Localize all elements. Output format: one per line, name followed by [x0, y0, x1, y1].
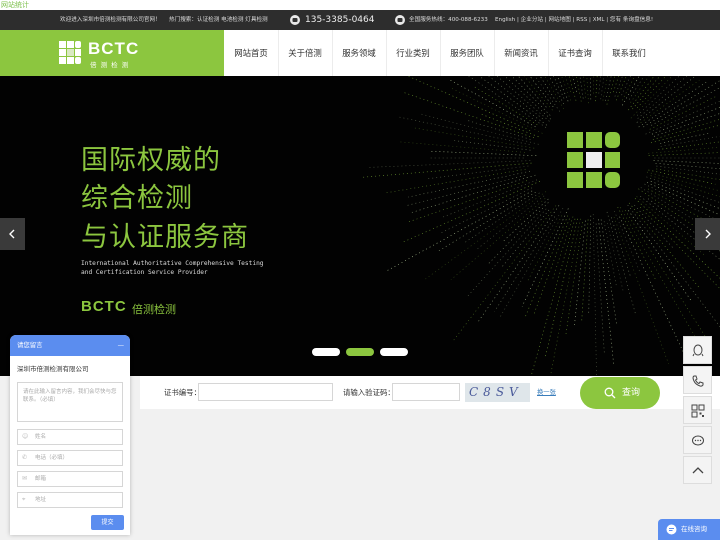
online-consult-button[interactable]: 在线咨询 — [658, 519, 720, 540]
hero-line-2: 综合检测 — [81, 183, 193, 214]
email-input[interactable]: ✉ 邮箱 — [17, 471, 123, 487]
submit-button[interactable]: 提交 — [91, 515, 124, 530]
online-consult-label: 在线咨询 — [681, 525, 707, 533]
search-icon — [604, 387, 616, 399]
verify-code-label: 请输入验证码： — [343, 388, 395, 397]
nav-services[interactable]: 服务领域 — [332, 30, 386, 76]
hero-line-1: 国际权威的 — [81, 145, 221, 176]
chevron-left-icon — [9, 229, 15, 239]
query-button-label: 查询 — [622, 388, 641, 398]
qq-button[interactable] — [683, 336, 712, 364]
address-placeholder: 地址 — [35, 497, 47, 503]
banner-logo-mark-icon — [567, 132, 620, 188]
banner-brand-cn: 倍测检测 — [132, 303, 176, 316]
logo-sub: 倍 测 检 测 — [90, 61, 130, 69]
welcome-text: 欢迎进入深圳市倍测检测有限公司官网！ — [60, 17, 161, 23]
slide-dot[interactable] — [312, 348, 340, 356]
slide-dot[interactable] — [380, 348, 408, 356]
location-icon: ⌖ — [22, 496, 26, 503]
address-input[interactable]: ⌖ 地址 — [17, 492, 123, 508]
qq-icon — [692, 344, 704, 357]
query-button[interactable]: 查询 — [580, 377, 660, 409]
refresh-captcha-link[interactable]: 换一张 — [537, 376, 556, 409]
top-links[interactable]: English | 企业分站 | 网站地图 | RSS | XML | 您有 条… — [495, 10, 653, 30]
chat-icon — [666, 524, 677, 535]
stat-link[interactable]: 网站统计 — [0, 0, 720, 10]
main-nav: 网站首页 关于倍测 服务领域 行业类别 服务团队 新闻资讯 证书查询 联系我们 — [224, 30, 720, 76]
prev-slide-button[interactable] — [0, 218, 25, 250]
chat-button[interactable] — [683, 426, 712, 454]
phone-button[interactable] — [683, 366, 712, 394]
message-company: 深圳市倍测检测有限公司 — [17, 365, 89, 373]
slide-dot-active[interactable] — [346, 348, 374, 356]
verify-code-input[interactable] — [392, 383, 460, 401]
nav-industries[interactable]: 行业类别 — [386, 30, 440, 76]
chat-bubble-icon — [692, 435, 704, 446]
message-widget: 请您留言 — 深圳市倍测检测有限公司 请在此输入留言内容，我们会尽快与您联系。（… — [10, 335, 130, 535]
user-icon: ☺ — [22, 433, 29, 440]
next-slide-button[interactable] — [695, 218, 720, 250]
message-header[interactable]: 请您留言 — — [10, 335, 130, 356]
cert-number-label: 证书编号： — [164, 388, 201, 397]
hotline-text: 全国服务热线：400-088-6233 — [409, 17, 488, 23]
logo-text: BCTC — [88, 39, 140, 58]
top-phone: 135-3385-0464 — [305, 15, 375, 25]
message-content-input[interactable]: 请在此输入留言内容，我们会尽快与您联系。（必填） — [17, 382, 123, 422]
hero-line-3: 与认证服务商 — [81, 222, 249, 253]
phone-icon: ✆ — [22, 454, 28, 461]
chevron-right-icon — [705, 229, 711, 239]
phone-icon — [290, 15, 300, 25]
hot-search[interactable]: 热门搜索：认证检测 电池检测 灯具检测 — [169, 10, 268, 30]
hero-banner: 国际权威的 综合检测 与认证服务商 International Authorit… — [0, 76, 720, 376]
minimize-button[interactable]: — — [118, 335, 124, 356]
phone-input[interactable]: ✆ 电话（必填） — [17, 450, 123, 466]
nav-news[interactable]: 新闻资讯 — [494, 30, 548, 76]
nav-about[interactable]: 关于倍测 — [278, 30, 332, 76]
captcha-image[interactable]: C8SV — [465, 383, 530, 402]
name-input[interactable]: ☺ 姓名 — [17, 429, 123, 445]
hero-english-1: International Authoritative Comprehensiv… — [81, 260, 264, 267]
logo[interactable]: BCTC 倍 测 检 测 — [0, 30, 224, 76]
qrcode-icon — [691, 404, 705, 418]
nav-team[interactable]: 服务团队 — [440, 30, 494, 76]
email-placeholder: 邮箱 — [35, 476, 47, 482]
nav-contact[interactable]: 联系我们 — [602, 30, 656, 76]
chevron-up-icon — [692, 467, 704, 474]
back-to-top-button[interactable] — [683, 456, 712, 484]
content-placeholder: 请在此输入留言内容，我们会尽快与您联系。（必填） — [23, 389, 117, 403]
top-bar: 欢迎进入深圳市倍测检测有限公司官网！ 热门搜索：认证检测 电池检测 灯具检测 1… — [0, 10, 720, 30]
phone-icon — [692, 375, 704, 387]
banner-brand: BCTC — [81, 298, 127, 315]
qrcode-button[interactable] — [683, 396, 712, 424]
message-title: 请您留言 — [17, 341, 43, 349]
name-placeholder: 姓名 — [35, 434, 47, 440]
captcha-text: C8SV — [469, 385, 523, 399]
nav-home[interactable]: 网站首页 — [224, 30, 278, 76]
hotline-icon — [395, 15, 405, 25]
nav-cert-query[interactable]: 证书查询 — [548, 30, 602, 76]
logo-mark-icon — [59, 41, 81, 64]
email-icon: ✉ — [22, 475, 28, 482]
hero-english-2: and Certification Service Provider — [81, 269, 208, 276]
phone-placeholder: 电话（必填） — [35, 455, 69, 461]
cert-number-input[interactable] — [198, 383, 333, 401]
